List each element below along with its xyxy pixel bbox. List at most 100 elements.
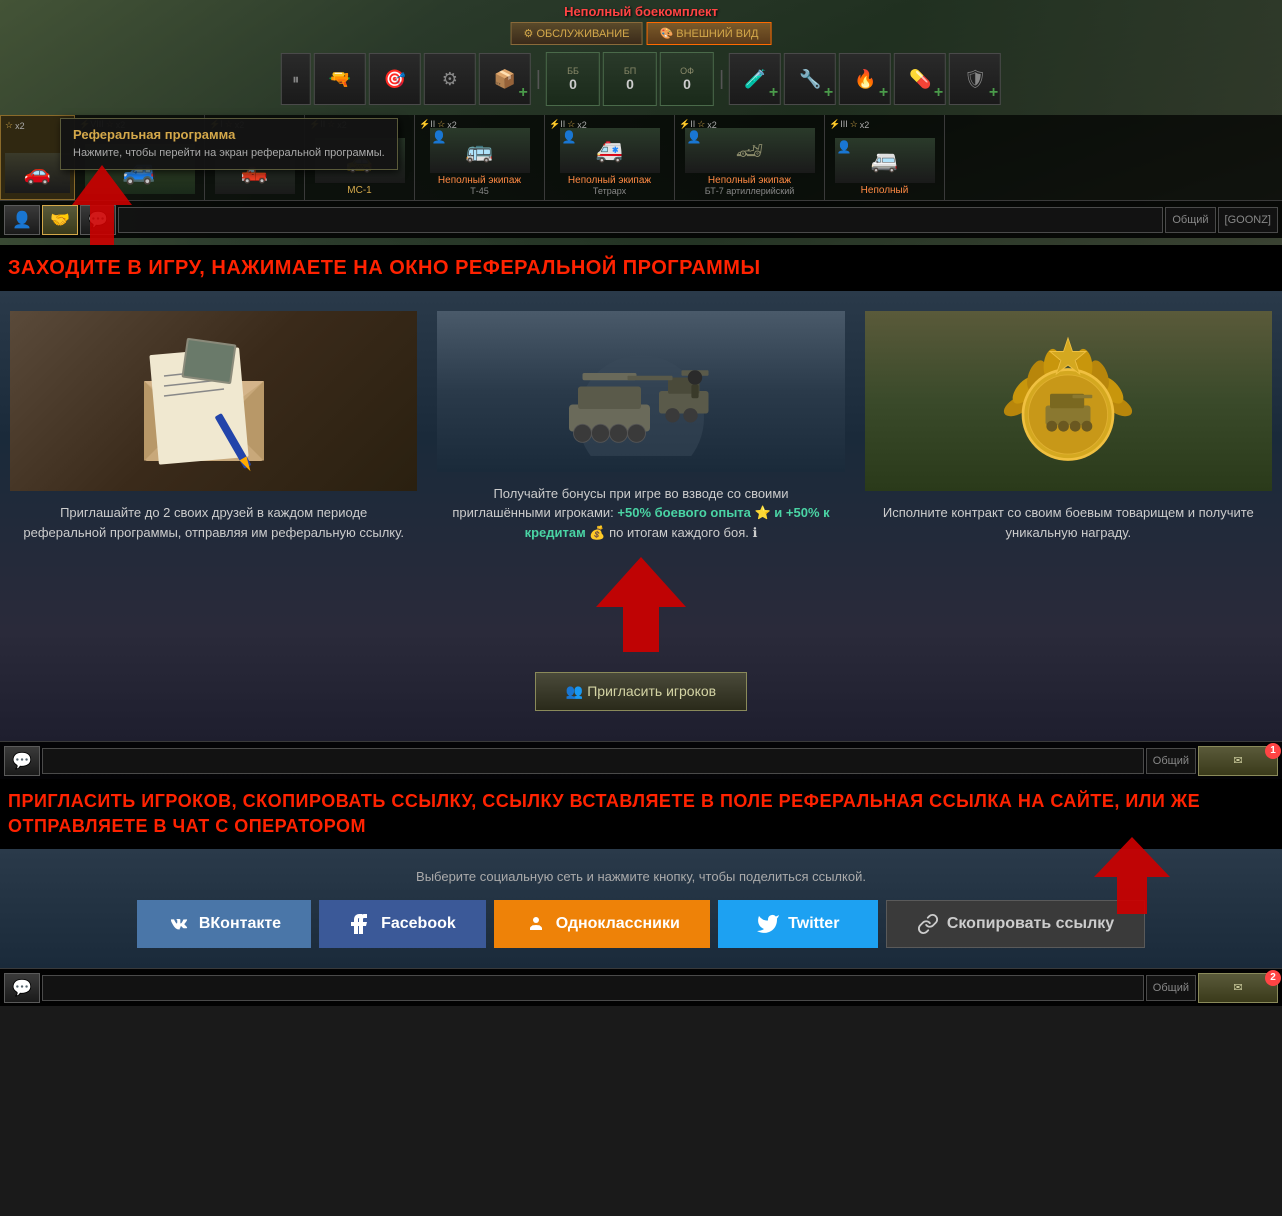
share-vk-button[interactable]: ВКонтакте [137,900,311,948]
consumable-4[interactable]: 💊 + [894,53,946,105]
feature-col-2: Получайте бонусы при игре во взводе со с… [437,311,844,542]
equipment-misc1[interactable]: 📦 + [479,53,531,105]
tank-name-5: Неполный экипаж [568,175,651,186]
red-arrow-section [0,552,1282,662]
consumable-2[interactable]: 🔧 + [784,53,836,105]
separator1: | [534,68,543,91]
share-ok-button[interactable]: Одноклассники [494,900,710,948]
tank-slot-5[interactable]: ⚡II ☆x2 🚑 👤 Неполный экипаж Тетрарх [545,115,675,200]
gun-icon: 🔫 [329,69,351,90]
chat-input-middle[interactable] [42,748,1144,774]
crew-icon-5: 👤 [562,130,577,144]
chat-input[interactable] [118,207,1163,233]
tooltip-title: Реферальная программа [73,127,385,142]
equip-plus4: + [879,84,888,102]
twitter-label: Twitter [788,915,839,933]
feature-col-3: Исполните контракт со своим боевым товар… [865,311,1272,542]
tank-img-6: 🏎 [736,138,764,164]
send-btn-middle[interactable]: ✉ 1 [1198,746,1278,776]
crew-icon-7: 👤 [837,140,852,154]
fb-label: Facebook [381,915,456,933]
nav-btn-chat[interactable]: 💬 [80,205,116,235]
bottom-nav: 👤 🤝 💬 Общий [GOONZ] [0,200,1282,238]
ammo-of[interactable]: ОФ 0 [660,52,714,106]
tank-subname-4: Т-45 [470,186,489,196]
equip-plus1: + [518,84,527,102]
tank-tier-7: ⚡III ☆x2 [829,119,869,130]
invite-section: 👥 Пригласить игроков [0,652,1282,741]
appearance-button[interactable]: 🎨 ВНЕШНИЙ ВИД [646,22,771,45]
nav-btn-profile[interactable]: 👤 [4,205,40,235]
tank-slot-6[interactable]: ⚡II ☆x2 🏎 👤 Неполный экипаж БТ-7 артилле… [675,115,825,200]
action-buttons-row: ⚙ ОБСЛУЖИВАНИЕ 🎨 ВНЕШНИЙ ВИД [511,22,772,45]
send-btn-bottom[interactable]: ✉ 2 [1198,973,1278,1003]
medal-svg [988,311,1148,491]
twitter-icon [756,912,780,936]
pause-btn[interactable]: ⏸ [281,53,311,105]
consumable5-icon: 🛡 [964,69,987,90]
consumable3-icon: 🔥 [854,69,876,90]
tank-subname-5: Тетрарх [593,186,626,196]
red-arrow-2 [1082,832,1182,929]
bottom-chat-bar: 💬 Общий ✉ 2 [0,968,1282,1006]
chat-channel-bottom: Общий [1146,975,1196,1001]
service-button[interactable]: ⚙ ОБСЛУЖИВАНИЕ [511,22,643,45]
tank-svg [551,326,731,456]
share-twitter-button[interactable]: Twitter [718,900,878,948]
tank-slot-7[interactable]: ⚡III ☆x2 🚐 👤 Неполный [825,115,945,200]
equip-plus6: + [989,84,998,102]
chat-icon-bottom[interactable]: 💬 [4,973,40,1003]
ammo-bb[interactable]: ББ 0 [546,52,600,106]
nav-btn-handshake[interactable]: 🤝 [42,205,78,235]
chat-icon-middle[interactable]: 💬 [4,746,40,776]
share-buttons-row: ВКонтакте Facebook Одноклассники Twitter [137,900,1145,948]
tank-img-4: 🚌 [466,138,493,164]
tank-img-5: 🚑 [596,138,623,164]
tooltip-desc: Нажмите, чтобы перейти на экран рефераль… [73,146,385,161]
equip-plus2: + [769,84,778,102]
feature-col-1: Приглашайте до 2 своих друзей в каждом п… [10,311,417,542]
engine-icon: ⚙ [442,69,458,90]
consumable4-icon: 💊 [909,69,931,90]
send-wrapper-middle: ✉ 1 [1198,746,1278,776]
equip-plus3: + [824,84,833,102]
feature-image-1 [10,311,417,491]
ammo-bp[interactable]: БП 0 [603,52,657,106]
features-row: Приглашайте до 2 своих друзей в каждом п… [0,291,1282,552]
misc1-icon: 📦 [494,69,516,90]
share-title: Выберите социальную сеть и нажмите кнопк… [416,869,866,884]
chat-channel: Общий [1165,207,1215,233]
equip-plus5: + [934,84,943,102]
instruction-text-1: ЗАХОДИТЕ В ИГРУ, НАЖИМАЕТЕ НА ОКНО РЕФЕР… [0,245,1282,291]
ok-icon [524,912,548,936]
consumable-1[interactable]: 🧪 + [729,53,781,105]
consumable-3[interactable]: 🔥 + [839,53,891,105]
tank-slot-4[interactable]: ⚡II ☆x2 🚌 👤 Неполный экипаж Т-45 [415,115,545,200]
vk-label: ВКонтакте [199,915,281,933]
title-bar: Неполный боекомплект [564,4,718,19]
big-red-arrow-svg [581,552,701,662]
tank-name-4: Неполный экипаж [438,175,521,186]
send-wrapper-bottom: ✉ 2 [1198,973,1278,1003]
share-fb-button[interactable]: Facebook [319,900,486,948]
chat-input-bottom[interactable] [42,975,1144,1001]
tank-name-6: Неполный экипаж [708,175,791,186]
feature-image-2 [437,311,844,472]
equipment-row: ⏸ 🔫 🎯 ⚙ 📦 + | ББ 0 БП 0 ОФ 0 | [281,52,1001,106]
chat-channel-middle: Общий [1146,748,1196,774]
send-badge-middle: 1 [1265,743,1281,759]
equipment-engine[interactable]: ⚙ [424,53,476,105]
crew-icon-6: 👤 [687,130,702,144]
consumable-5[interactable]: 🛡 + [949,53,1001,105]
equipment-turret[interactable]: 🎯 [369,53,421,105]
feature-text-2: Получайте бонусы при игре во взводе со с… [437,484,844,543]
letters-svg [134,321,294,481]
equipment-gun[interactable]: 🔫 [314,53,366,105]
consumable2-icon: 🔧 [799,69,821,90]
feature-image-3 [865,311,1272,491]
invite-button[interactable]: 👥 Пригласить игроков [535,672,747,711]
consumable1-icon: 🧪 [744,69,766,90]
game-ui-top: Неполный боекомплект ⚙ ОБСЛУЖИВАНИЕ 🎨 ВН… [0,0,1282,245]
separator2: | [717,68,726,91]
title-text: Неполный боекомплект [564,4,718,19]
